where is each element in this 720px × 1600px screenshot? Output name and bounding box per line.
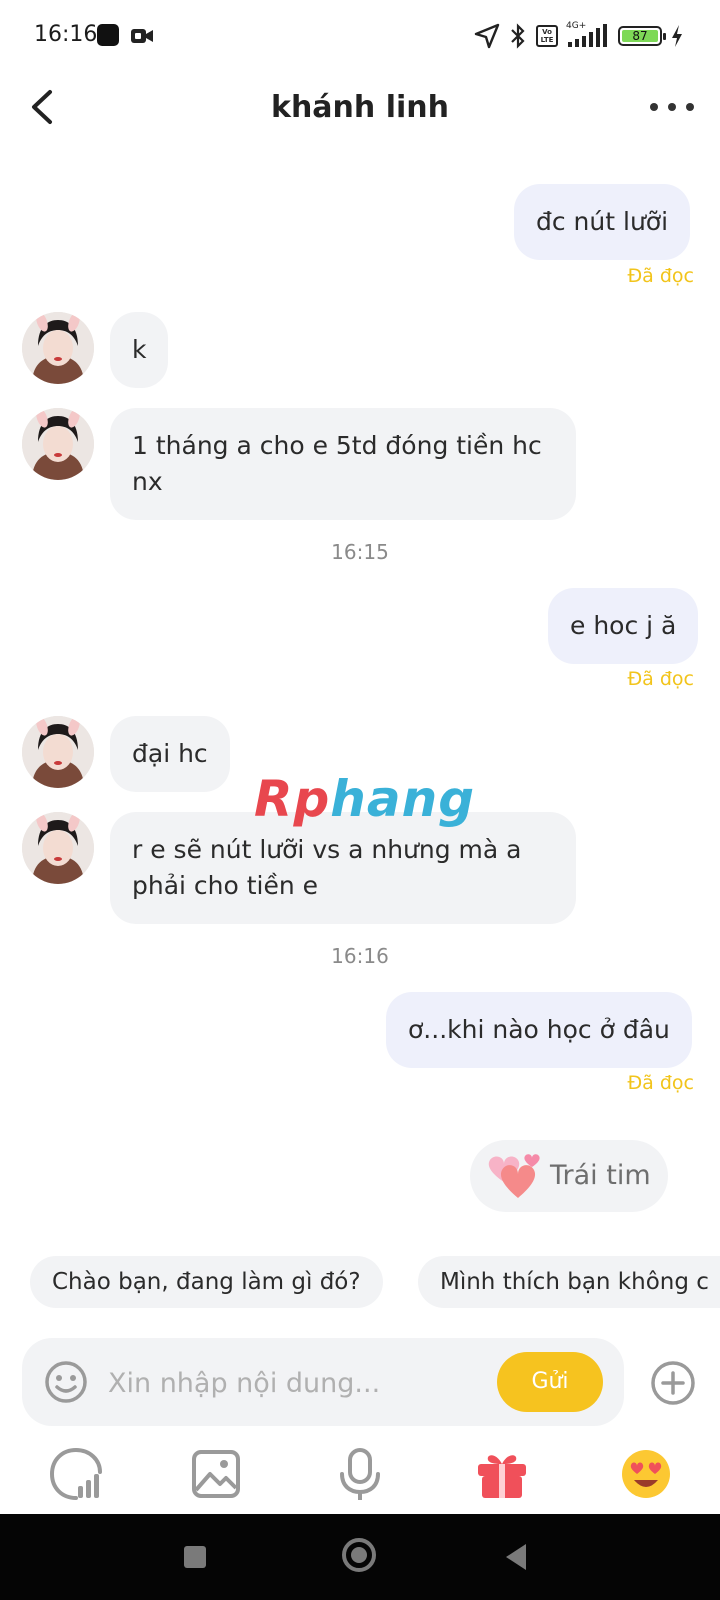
more-horizontal-icon (650, 103, 658, 111)
message-line: r e sẽ nút lưỡi vs a nhưng mà a (132, 835, 522, 864)
media-toolbar (0, 1440, 720, 1516)
incoming-message[interactable]: đại hc (110, 716, 230, 792)
watermark: Rphang (254, 770, 476, 828)
heart-suggestion-chip[interactable]: Trái tim (470, 1140, 668, 1212)
charging-icon (672, 25, 682, 47)
message-timestamp: 16:15 (331, 540, 389, 564)
read-status: Đã đọc (627, 1072, 694, 1094)
avatar[interactable] (22, 408, 94, 480)
stats-icon[interactable] (48, 1446, 104, 1502)
hearts-icon (488, 1154, 540, 1198)
incoming-message[interactable]: k (110, 312, 169, 388)
outgoing-message[interactable]: ơ...khi nào học ở đâu (386, 992, 692, 1068)
avatar[interactable] (22, 812, 94, 884)
more-options-button[interactable] (650, 92, 694, 122)
video-camera-icon (131, 29, 153, 43)
plus-circle-icon[interactable] (650, 1360, 696, 1406)
recents-button[interactable] (184, 1546, 206, 1568)
microphone-icon[interactable] (332, 1446, 388, 1502)
image-icon[interactable] (188, 1446, 244, 1502)
incoming-message[interactable]: 1 tháng a cho e 5td đóng tiền hc nx (110, 408, 576, 520)
system-back-button[interactable] (506, 1544, 526, 1570)
signal-icon: 4G+ (566, 21, 610, 49)
status-bar: 16:16 Vo LTE 4G+ 87 (0, 0, 720, 72)
chat-header: khánh linh (0, 72, 720, 142)
quick-reply-chip[interactable]: Chào bạn, đang làm gì đó? (30, 1256, 383, 1308)
incoming-message[interactable]: r e sẽ nút lưỡi vs a nhưng mà a phải cho… (110, 812, 576, 924)
message-input[interactable] (108, 1360, 408, 1406)
volte-icon: Vo LTE (536, 25, 558, 47)
avatar[interactable] (22, 716, 94, 788)
system-nav-bar (0, 1514, 720, 1600)
outgoing-message[interactable]: đc nút lưỡi (514, 184, 691, 260)
outgoing-message[interactable]: e hoc j ă (548, 588, 699, 664)
message-timestamp: 16:16 (331, 944, 389, 968)
notification-dot-icon (97, 24, 119, 46)
send-button[interactable]: Gửi (497, 1352, 603, 1412)
bluetooth-icon (511, 23, 525, 49)
avatar[interactable] (22, 312, 94, 384)
message-line: nx (132, 467, 163, 496)
status-time: 16:16 (34, 22, 98, 47)
message-line: 1 tháng a cho e 5td đóng tiền hc (132, 431, 542, 460)
heart-eyes-emoji-icon[interactable] (618, 1446, 674, 1502)
gift-icon[interactable] (474, 1446, 530, 1502)
page-title: khánh linh (271, 90, 449, 125)
smiley-icon[interactable] (44, 1360, 88, 1404)
status-icons: Vo LTE 4G+ 87 (474, 21, 684, 50)
home-button[interactable] (342, 1538, 376, 1572)
location-icon (474, 23, 500, 49)
battery-icon: 87 (618, 26, 666, 46)
message-composer: Gửi (22, 1338, 624, 1426)
read-status: Đã đọc (627, 265, 694, 287)
message-line: phải cho tiền e (132, 871, 319, 900)
quick-reply-chip[interactable]: Mình thích bạn không c (418, 1256, 720, 1308)
read-status: Đã đọc (627, 668, 694, 690)
